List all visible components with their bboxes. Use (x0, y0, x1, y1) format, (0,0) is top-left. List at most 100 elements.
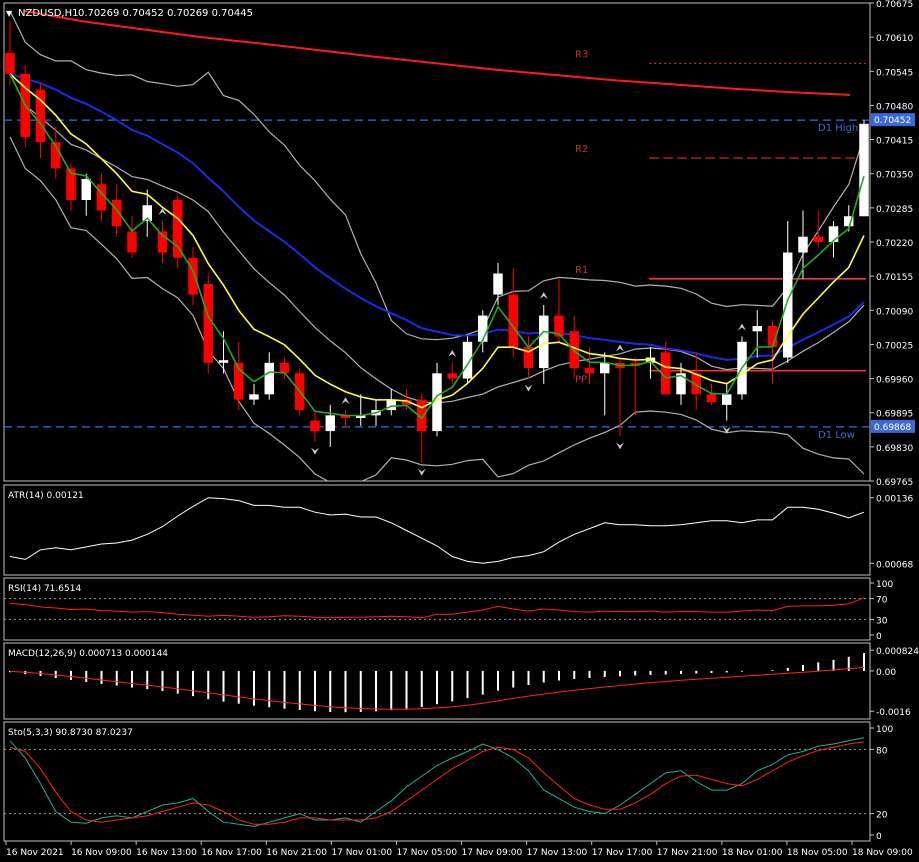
axis-tick-label: 100 (876, 580, 893, 590)
axis-tick-label: 0 (876, 632, 882, 642)
axis-tick-label: 0.00068 (876, 560, 913, 570)
candle-body (325, 415, 335, 432)
ohlc-readout: 0.70269 0.70452 0.70269 0.70445 (78, 8, 253, 19)
candle (447, 362, 457, 384)
candle-body (706, 394, 717, 403)
candle-body (722, 394, 732, 405)
macd-panel[interactable]: MACD(12,26,9) 0.000713 0.000144 0.000824 0… (3, 642, 919, 720)
candle (417, 394, 427, 463)
candle (630, 357, 640, 416)
bollinger-lower-band (9, 136, 865, 481)
time-tick-label: 18 Nov 09:00 (852, 848, 913, 858)
candle (615, 357, 625, 437)
candle-body (539, 315, 549, 369)
fractal-down-arrow (616, 442, 624, 450)
time-tick-label: 17 Nov 05:00 (396, 848, 457, 858)
level-label-r1: R1 (575, 265, 588, 276)
axis-tick-label: 0.00 (876, 668, 896, 678)
candle-body (828, 226, 839, 242)
time-tick-label: 16 Nov 17:00 (201, 848, 262, 858)
candle-body (798, 236, 808, 253)
candle (249, 383, 259, 405)
candle (401, 389, 412, 411)
time-tick-label: 17 Nov 21:00 (657, 848, 718, 858)
candle (66, 163, 76, 211)
price-plot-area: R3 R2 R1 PP D1 High D1 Low (4, 9, 870, 481)
candle (279, 357, 290, 379)
price-tick-label: 0.70545 (876, 68, 913, 78)
candle-body (859, 123, 869, 217)
time-tick-label: 17 Nov 01:00 (331, 848, 392, 858)
candle (767, 320, 778, 384)
time-tick-label: 17 Nov 17:00 (592, 848, 653, 858)
slow-moving-average (9, 72, 865, 361)
current-price-tag: 0.70452 (871, 113, 915, 127)
rsi-line (9, 597, 865, 619)
candle-body (127, 231, 137, 253)
fractal-up-arrow (341, 397, 350, 405)
d1-low-price-tag: 0.69868 (871, 419, 915, 433)
candle-body (493, 273, 503, 295)
sto-signal-line (9, 741, 865, 825)
price-tick-label: 0.70090 (876, 307, 913, 317)
price-panel[interactable]: R3 R2 R1 PP D1 High D1 Low 0.70675 0.70610 0.705… (3, 0, 915, 490)
candle-body (584, 368, 595, 374)
rsi-panel-frame (3, 577, 871, 641)
candle (828, 220, 839, 258)
candle (35, 84, 46, 158)
price-tick-label: 0.70155 (876, 273, 913, 283)
candle (493, 263, 503, 306)
price-tick-label: 0.70220 (876, 239, 913, 249)
candle-body (5, 52, 15, 74)
level-label-pp: PP (575, 375, 587, 386)
macd-label: MACD(12,26,9) 0.000713 0.000144 (8, 649, 168, 659)
candle (554, 278, 564, 342)
fractal-down-arrow (417, 468, 426, 476)
atr-panel-plot-area (9, 497, 865, 564)
stochastic-panel-frame (3, 721, 871, 842)
axis-tick-label: 0.00136 (876, 495, 913, 505)
candle (173, 194, 183, 269)
atr-label: ATR(14) 0.00121 (8, 491, 84, 501)
fractal-up-arrow (539, 292, 548, 300)
price-tick-label: 0.69960 (876, 376, 913, 386)
atr-panel[interactable]: ATR(14) 0.00121 0.00136 0.00068 (3, 484, 913, 576)
d1-low-price-tag-label: 0.69868 (874, 423, 911, 433)
candle (691, 352, 701, 411)
axis-tick-label: 20 (876, 811, 888, 821)
candle (188, 247, 198, 306)
axis-tick-label: 70 (876, 596, 888, 606)
level-label-d1-high: D1 High (818, 123, 858, 134)
mid-moving-average (9, 73, 865, 409)
candle-body (310, 420, 320, 432)
candle-body (478, 315, 488, 342)
time-tick-label: 16 Nov 13:00 (136, 848, 197, 858)
price-tick-label: 0.70025 (876, 341, 913, 351)
price-tick-label: 0.70415 (876, 137, 913, 147)
candle-body (279, 362, 290, 374)
long-moving-average (23, 9, 851, 96)
fractal-up-arrow (738, 323, 746, 331)
fractal-up-arrow (448, 349, 457, 357)
stochastic-panel[interactable]: Sto(5,3,3) 90.8730 87.0237 100 80 20 0 (3, 721, 893, 842)
time-axis: 16 Nov 2021 16 Nov 09:00 16 Nov 13:00 16 No… (5, 841, 913, 858)
current-price-tag-label: 0.70452 (874, 116, 911, 126)
trading-chart[interactable]: R3 R2 R1 PP D1 High D1 Low 0.70675 0.70610 0.705… (0, 0, 919, 862)
stochastic-panel-plot-area (4, 737, 870, 827)
candle (264, 352, 274, 400)
axis-tick-label: 0.000824 (876, 647, 919, 657)
price-tick-label: 0.69765 (876, 478, 913, 488)
axis-tick-label: 100 (876, 725, 893, 735)
price-tick-label: 0.70610 (876, 34, 913, 44)
candle-body (81, 178, 91, 200)
rsi-panel[interactable]: RSI(14) 71.6514 100 70 30 0 (3, 577, 893, 642)
candle-body (508, 294, 518, 348)
price-tick-label: 0.70350 (876, 171, 913, 181)
symbol-dropdown-icon[interactable]: ▼ (6, 9, 13, 18)
fractal-up-arrow (616, 344, 624, 352)
candle (234, 341, 244, 411)
atr-panel-frame (3, 484, 871, 576)
candle (127, 215, 137, 258)
candle-body (600, 362, 610, 374)
time-tick-label: 16 Nov 2021 (6, 848, 64, 858)
